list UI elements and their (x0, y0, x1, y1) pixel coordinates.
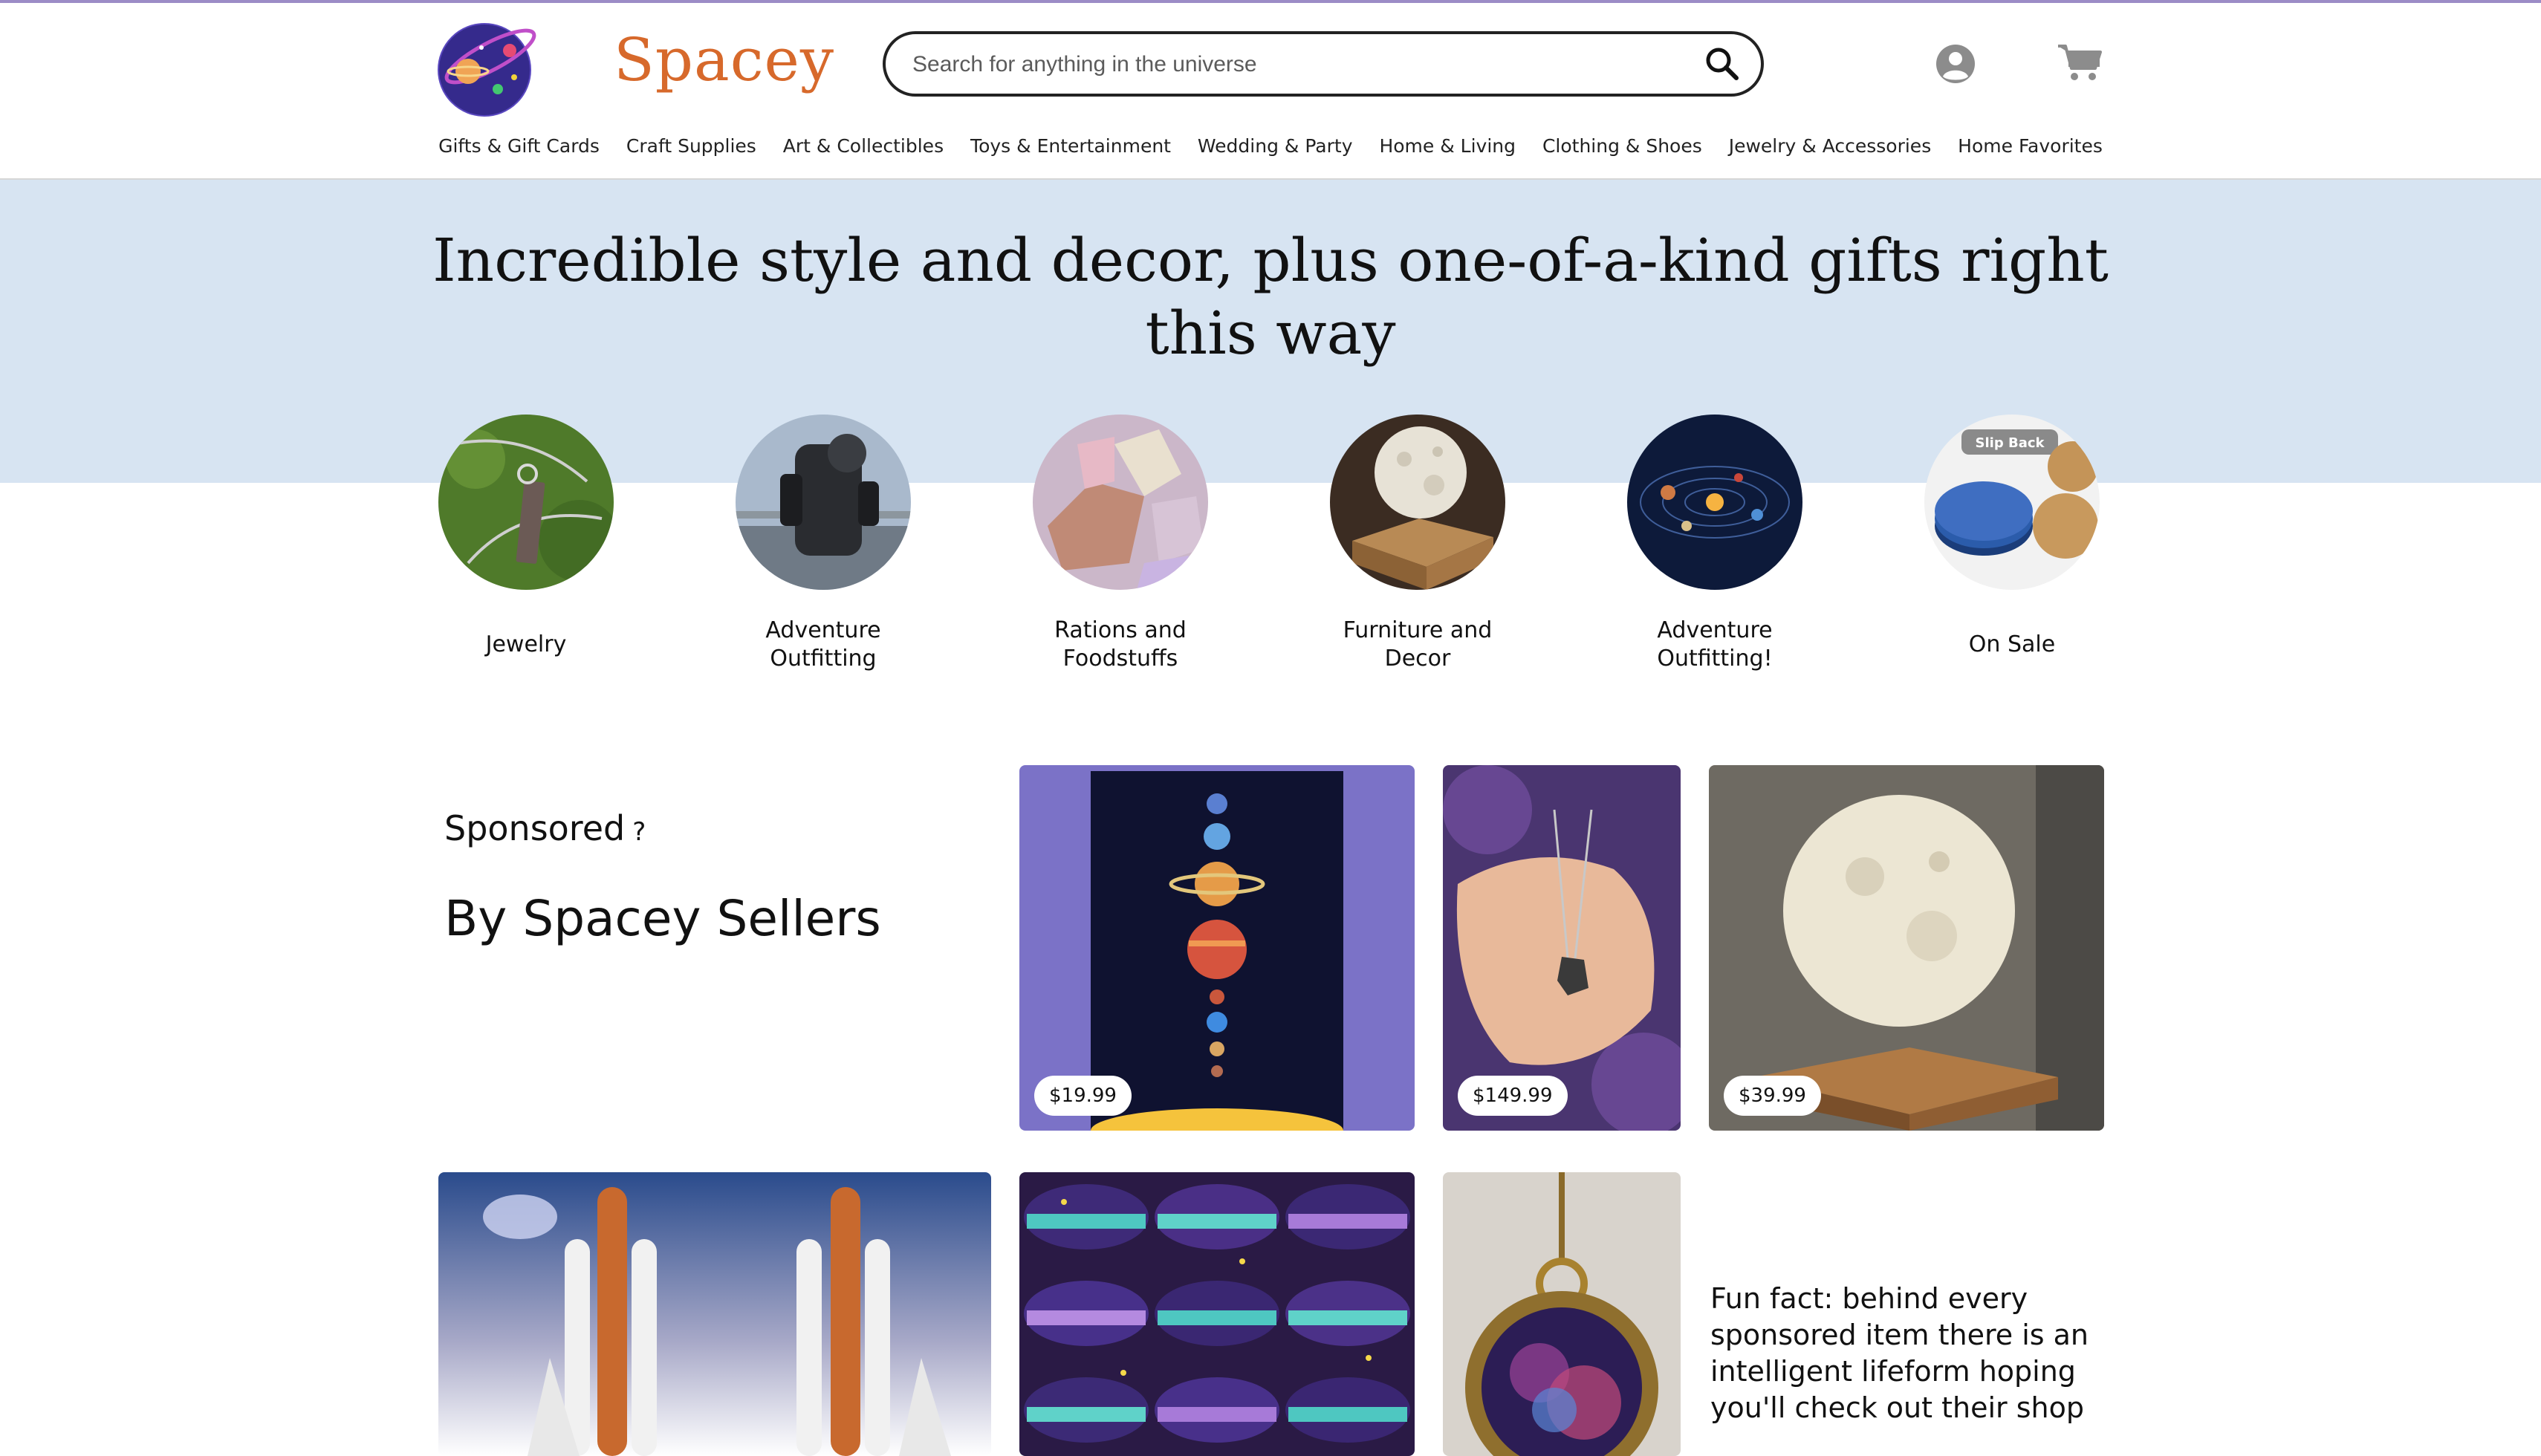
category-label: Furniture and Decor (1343, 617, 1493, 672)
category-jewelry[interactable]: Jewelry (422, 415, 630, 675)
product-card-planet-poster[interactable]: $19.99 (1019, 765, 1415, 1131)
site-header: Spacey Gifts & Gift Cards Craft Supplies… (0, 3, 2541, 180)
sponsored-heading: By Spacey Sellers (444, 890, 881, 947)
sponsored-text: Sponsored (444, 808, 626, 848)
category-adventure-outfitting-2[interactable]: Adventure Outfitting! (1611, 415, 1819, 675)
product-card-necklace[interactable]: $149.99 (1443, 765, 1681, 1131)
nav-item-toys[interactable]: Toys & Entertainment (970, 135, 1171, 157)
coaster-tag-text: Slip Back (1976, 435, 2045, 451)
category-furniture-decor[interactable]: Furniture and Decor (1314, 415, 1522, 675)
nav-item-jewelry[interactable]: Jewelry & Accessories (1729, 135, 1932, 157)
astronaut-image (736, 415, 911, 590)
product-card-galaxy-macarons[interactable] (1019, 1172, 1415, 1456)
product-card-space-shuttle[interactable] (438, 1172, 991, 1456)
nav-item-craft-supplies[interactable]: Craft Supplies (626, 135, 756, 157)
account-icon[interactable] (1935, 43, 1976, 85)
product-card-galaxy-pendant[interactable] (1443, 1172, 1681, 1456)
galaxy-macarons-image (1019, 1172, 1415, 1456)
galaxy-pendant-image (1443, 1172, 1681, 1456)
price-badge: $19.99 (1034, 1076, 1132, 1116)
search-input[interactable] (911, 34, 1657, 95)
hero-title: Incredible style and decor, plus one-of-… (432, 226, 2109, 368)
category-label: Adventure Outfitting (765, 617, 881, 672)
planet-logo-icon[interactable] (437, 18, 538, 119)
category-label: Adventure Outfitting! (1657, 617, 1773, 672)
solar-system-image (1627, 415, 1802, 590)
product-card-moon-lamp[interactable]: $39.99 (1709, 765, 2104, 1131)
category-on-sale[interactable]: Slip Back On Sale (1908, 415, 2116, 675)
category-label: On Sale (1968, 631, 2056, 657)
nav-item-art-collectibles[interactable]: Art & Collectibles (783, 135, 944, 157)
nav-item-wedding[interactable]: Wedding & Party (1198, 135, 1353, 157)
space-shuttle-image (438, 1172, 991, 1456)
category-rations-foodstuffs[interactable]: Rations and Foodstuffs (1016, 415, 1224, 675)
sponsored-help-icon[interactable]: ? (632, 817, 646, 847)
category-adventure-outfitting[interactable]: Adventure Outfitting (719, 415, 927, 675)
cart-icon[interactable] (2057, 42, 2103, 83)
search-bar (883, 31, 1764, 97)
rations-image (1033, 415, 1208, 590)
hero-banner: Incredible style and decor, plus one-of-… (0, 180, 2541, 483)
jewelry-image (438, 415, 620, 590)
sponsored-label: Sponsored? (444, 808, 646, 848)
price-badge: $149.99 (1458, 1076, 1568, 1116)
price-badge: $39.99 (1724, 1076, 1821, 1116)
fun-fact-text: Fun fact: behind every sponsored item th… (1710, 1282, 2089, 1424)
coasters-image: Slip Back (1924, 415, 2100, 590)
nav-item-home-favorites[interactable]: Home Favorites (1958, 135, 2103, 157)
moon-lamp-image (1330, 415, 1505, 590)
search-icon[interactable] (1703, 45, 1742, 83)
nav-item-gifts[interactable]: Gifts & Gift Cards (438, 135, 600, 157)
category-label: Jewelry (485, 631, 567, 657)
category-label: Rations and Foodstuffs (1054, 617, 1187, 672)
category-nav: Gifts & Gift Cards Craft Supplies Art & … (0, 135, 2541, 157)
brand-name[interactable]: Spacey (614, 25, 834, 94)
nav-item-home-living[interactable]: Home & Living (1379, 135, 1516, 157)
nav-item-clothing[interactable]: Clothing & Shoes (1542, 135, 1702, 157)
